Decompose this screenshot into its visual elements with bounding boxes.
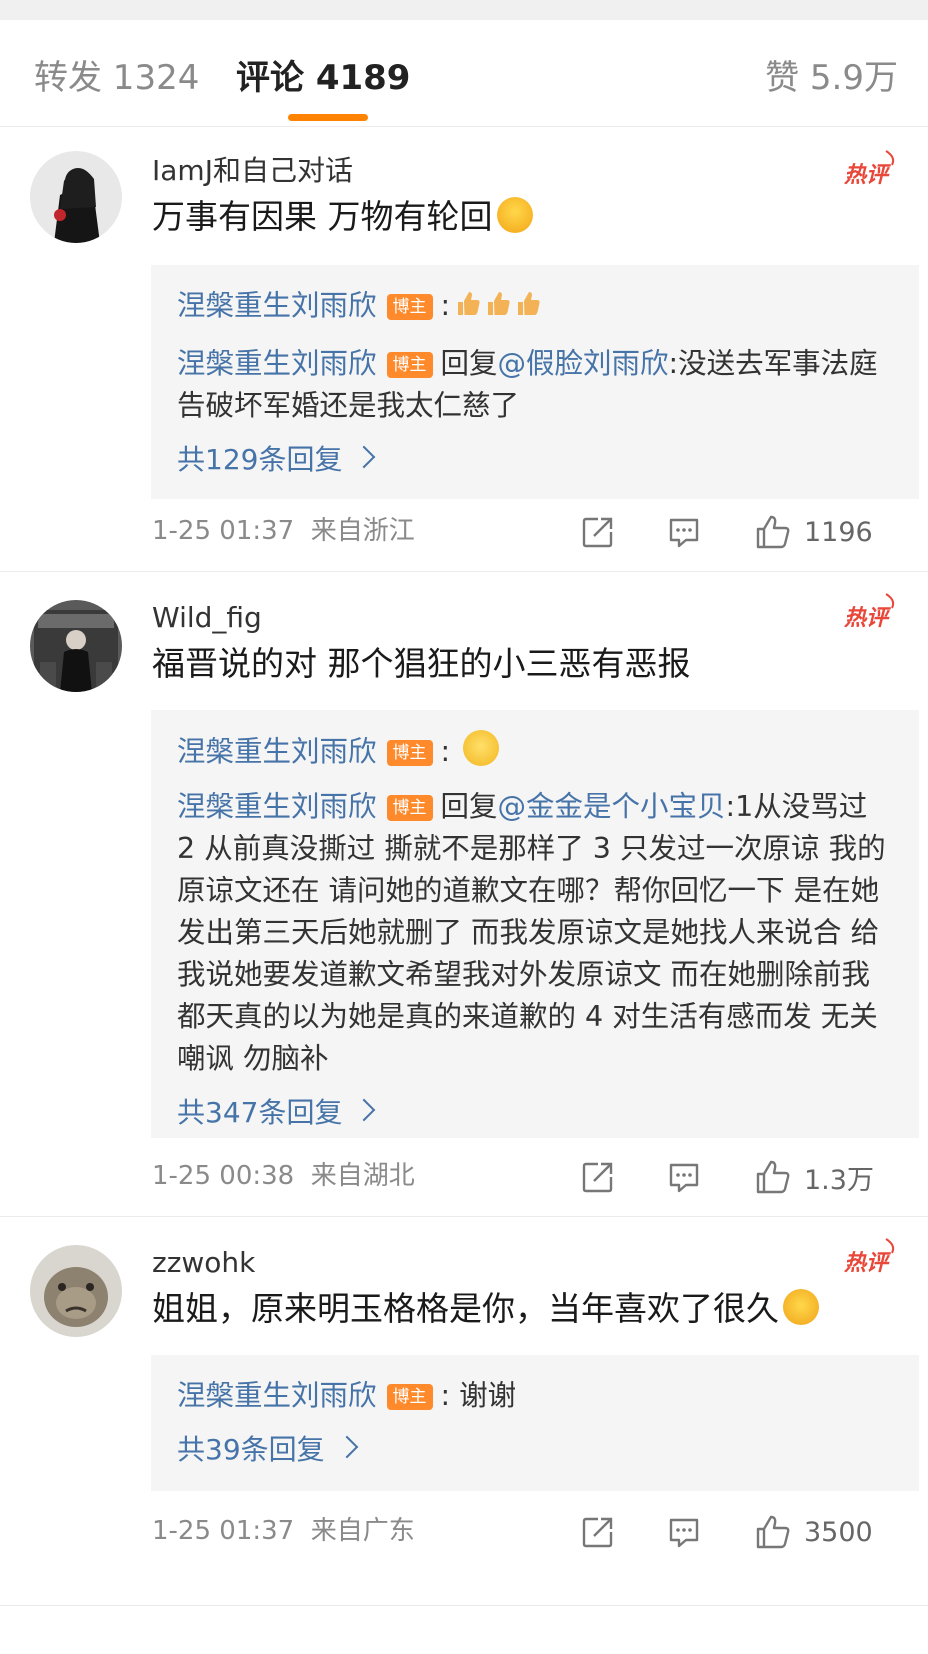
comment-item: IamJ和自己对话 热评 万事有因果 万物有轮回 涅槃重生刘雨欣 博主: 涅槃重生… <box>0 127 928 572</box>
reply-box[interactable]: 涅槃重生刘雨欣 博主: 涅槃重生刘雨欣 博主 回复@假脸刘雨欣:没送去军事法庭 告破坏… <box>151 265 919 499</box>
reply-box[interactable]: 涅槃重生刘雨欣 博主: 谢谢 共39条回复 <box>151 1355 919 1491</box>
tab-likes[interactable]: 赞 5.9万 <box>765 56 898 100</box>
comment-button[interactable] <box>666 1509 702 1555</box>
reply-item: 涅槃重生刘雨欣 博主: 谢谢 <box>177 1379 517 1412</box>
comment-text: 万事有因果 万物有轮回 <box>152 195 533 239</box>
laugh-cry-emoji <box>496 197 533 233</box>
avatar[interactable] <box>30 600 122 692</box>
comment-icon <box>669 1518 699 1548</box>
comment-username[interactable]: zzwohk <box>152 1245 255 1281</box>
tab-comments[interactable]: 评论 4189 <box>236 56 410 100</box>
svg-text:热评: 热评 <box>843 606 892 631</box>
comment-meta: 1-25 00:38 来自湖北 <box>152 1161 415 1191</box>
comment-username[interactable]: Wild_fig <box>152 600 262 636</box>
reply-box[interactable]: 涅槃重生刘雨欣 博主: 涅槃重生刘雨欣 博主 回复@金金是个小宝贝:1从没骂过 2 从… <box>151 710 919 1138</box>
blogger-badge: 博主 <box>386 740 433 766</box>
reply-author[interactable]: 涅槃重生刘雨欣 <box>177 1379 377 1412</box>
thumbs-up-icon <box>756 1515 790 1549</box>
mention-link[interactable]: @金金是个小宝贝 <box>498 790 726 823</box>
blogger-badge: 博主 <box>386 1384 433 1410</box>
svg-text:热评: 热评 <box>843 163 892 188</box>
hot-comment-badge: 热评 <box>842 149 900 191</box>
comment-username[interactable]: IamJ和自己对话 <box>152 153 353 189</box>
comment-button[interactable] <box>666 509 702 555</box>
hot-comment-badge: 热评 <box>842 592 900 634</box>
comment-icon <box>669 518 699 548</box>
mention-link[interactable]: @假脸刘雨欣 <box>498 347 669 380</box>
status-strip <box>0 0 928 20</box>
tab-reposts[interactable]: 转发 1324 <box>34 56 199 100</box>
like-count: 1.3万 <box>804 1164 874 1196</box>
reply-author[interactable]: 涅槃重生刘雨欣 <box>177 735 377 768</box>
share-icon <box>582 517 613 548</box>
comment-meta: 1-25 01:37 来自广东 <box>152 1516 415 1546</box>
share-button[interactable] <box>580 1509 616 1555</box>
chevron-right-icon <box>335 1435 358 1459</box>
like-button[interactable]: 1.3万 <box>754 1154 874 1200</box>
reply-item: 涅槃重生刘雨欣 博主: <box>177 285 893 330</box>
like-count: 3500 <box>804 1516 873 1548</box>
chevron-right-icon <box>353 1098 376 1122</box>
reply-author[interactable]: 涅槃重生刘雨欣 <box>177 790 377 823</box>
share-button[interactable] <box>580 509 616 555</box>
blush-emoji <box>783 1289 819 1325</box>
like-button[interactable]: 3500 <box>754 1509 873 1555</box>
view-replies-link[interactable]: 共39条回复 <box>177 1430 893 1470</box>
view-replies-link[interactable]: 共129条回复 <box>177 440 893 480</box>
comment-text: 姐姐，原来明玉格格是你，当年喜欢了很久 <box>152 1287 819 1331</box>
share-icon <box>582 1162 613 1193</box>
reply-author[interactable]: 涅槃重生刘雨欣 <box>177 289 377 322</box>
avatar[interactable] <box>30 151 122 243</box>
comment-footer: 1-25 01:37 来自广东 3500 <box>152 1509 900 1555</box>
thumbs-up-emoji <box>450 288 546 330</box>
chevron-right-icon <box>353 445 376 469</box>
comment-footer: 1-25 01:37 来自浙江 1196 <box>152 509 900 555</box>
share-icon <box>582 1517 613 1548</box>
comment-item: zzwohk 热评 姐姐，原来明玉格格是你，当年喜欢了很久 涅槃重生刘雨欣 博主:… <box>0 1217 928 1606</box>
avatar[interactable] <box>30 1245 122 1337</box>
blogger-badge: 博主 <box>386 795 433 821</box>
like-button[interactable]: 1196 <box>754 509 873 555</box>
reply-author[interactable]: 涅槃重生刘雨欣 <box>177 347 377 380</box>
blogger-badge: 博主 <box>386 352 433 378</box>
reply-item: 涅槃重生刘雨欣 博主: <box>177 730 893 773</box>
smile-emoji <box>463 730 500 766</box>
svg-text:热评: 热评 <box>843 1251 892 1276</box>
thumbs-up-icon <box>756 1160 790 1194</box>
hot-comment-badge: 热评 <box>842 1237 900 1279</box>
comment-text: 福晋说的对 那个猖狂的小三恶有恶报 <box>152 644 691 683</box>
reply-item: 涅槃重生刘雨欣 博主 回复@假脸刘雨欣:没送去军事法庭 告破坏军婚还是我太仁慈了 <box>177 347 878 422</box>
comment-button[interactable] <box>666 1154 702 1200</box>
blogger-badge: 博主 <box>386 294 433 320</box>
tab-bar: 转发 1324 评论 4189 赞 5.9万 <box>0 20 928 127</box>
thumbs-up-icon <box>756 515 790 549</box>
tab-active-indicator <box>288 114 368 121</box>
comment-icon <box>669 1163 699 1193</box>
comment-meta: 1-25 01:37 来自浙江 <box>152 516 415 546</box>
comment-footer: 1-25 00:38 来自湖北 1.3万 <box>152 1154 900 1200</box>
view-replies-link[interactable]: 共347条回复 <box>177 1093 893 1133</box>
reply-item: 涅槃重生刘雨欣 博主 回复@金金是个小宝贝:1从没骂过 2 从前真没撕过 撕就不是那… <box>177 790 886 1075</box>
share-button[interactable] <box>580 1154 616 1200</box>
like-count: 1196 <box>804 516 873 548</box>
comment-item: Wild_fig 热评 福晋说的对 那个猖狂的小三恶有恶报 涅槃重生刘雨欣 博主:… <box>0 572 928 1217</box>
